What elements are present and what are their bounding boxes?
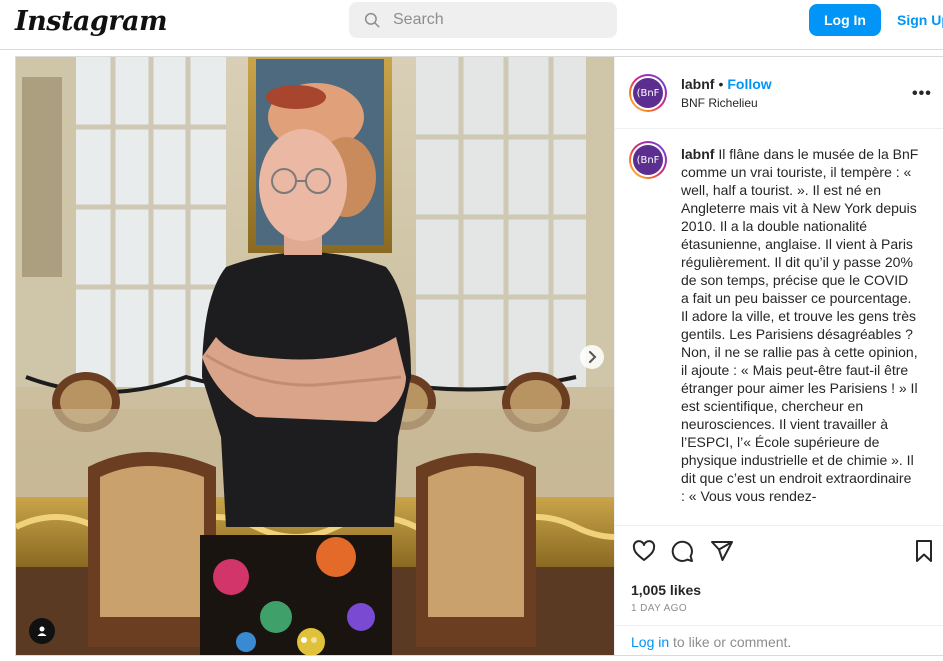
- share-button[interactable]: [709, 538, 735, 564]
- comment-button[interactable]: [669, 538, 695, 564]
- save-button[interactable]: [911, 538, 937, 564]
- post-date[interactable]: 1 DAY AGO: [631, 603, 687, 614]
- search-icon: [364, 12, 380, 28]
- more-options-icon: •••: [912, 85, 932, 102]
- heart-icon: [632, 540, 656, 561]
- instagram-logo[interactable]: Instagram: [15, 6, 168, 37]
- caption-section: (BnF labnf Il flâne dans le musée de la …: [615, 129, 943, 525]
- more-options-button[interactable]: •••: [912, 85, 932, 103]
- signup-link[interactable]: Sign Up: [897, 12, 943, 28]
- post-sidebar: (BnF labnf • Follow BNF Richelieu ••• (BnF…: [614, 57, 943, 655]
- caption-username[interactable]: labnf: [681, 146, 714, 162]
- comment-prompt: Log in to like or comment.: [615, 625, 943, 656]
- share-icon: [711, 541, 733, 561]
- avatar-image: (BnF: [633, 145, 663, 175]
- carousel-indicator: [301, 637, 317, 643]
- carousel-dot-active: [301, 637, 307, 643]
- avatar-ring: (BnF: [631, 143, 665, 177]
- post-photo: [16, 57, 614, 655]
- caption-body: Il flâne dans le musée de la BnF comme u…: [681, 146, 919, 504]
- comment-prompt-text: to like or comment.: [669, 634, 792, 650]
- login-button[interactable]: Log In: [809, 4, 881, 36]
- search-box[interactable]: [349, 2, 617, 38]
- bookmark-icon: [916, 540, 932, 562]
- search-input[interactable]: [393, 11, 593, 29]
- author-line: labnf • Follow: [681, 76, 772, 92]
- author-avatar[interactable]: (BnF: [629, 74, 667, 112]
- carousel-dot: [311, 637, 317, 643]
- caption-avatar[interactable]: (BnF: [629, 141, 667, 179]
- author-username[interactable]: labnf: [681, 76, 714, 92]
- follow-button[interactable]: Follow: [727, 76, 771, 92]
- avatar-image: (BnF: [633, 78, 663, 108]
- avatar-ring: (BnF: [631, 76, 665, 110]
- post-location[interactable]: BNF Richelieu: [681, 96, 758, 110]
- separator-dot: •: [718, 76, 724, 92]
- tagged-users-button[interactable]: [29, 618, 55, 644]
- next-slide-button[interactable]: [580, 345, 604, 369]
- user-tag-icon: [37, 626, 47, 636]
- like-count[interactable]: 1,005 likes: [631, 582, 701, 598]
- post-container: (BnF labnf • Follow BNF Richelieu ••• (BnF…: [15, 56, 943, 656]
- comment-icon: [671, 540, 693, 562]
- comment-login-link[interactable]: Log in: [631, 634, 669, 650]
- top-navigation-bar: Instagram Log In Sign Up: [0, 0, 943, 50]
- post-actions: 1,005 likes 1 DAY AGO Log in to like or …: [615, 525, 943, 655]
- post-image[interactable]: [16, 57, 614, 655]
- like-button[interactable]: [631, 538, 657, 564]
- post-header: (BnF labnf • Follow BNF Richelieu •••: [615, 57, 943, 129]
- chevron-right-icon: [589, 351, 597, 363]
- caption-text: labnf Il flâne dans le musée de la BnF c…: [681, 145, 919, 505]
